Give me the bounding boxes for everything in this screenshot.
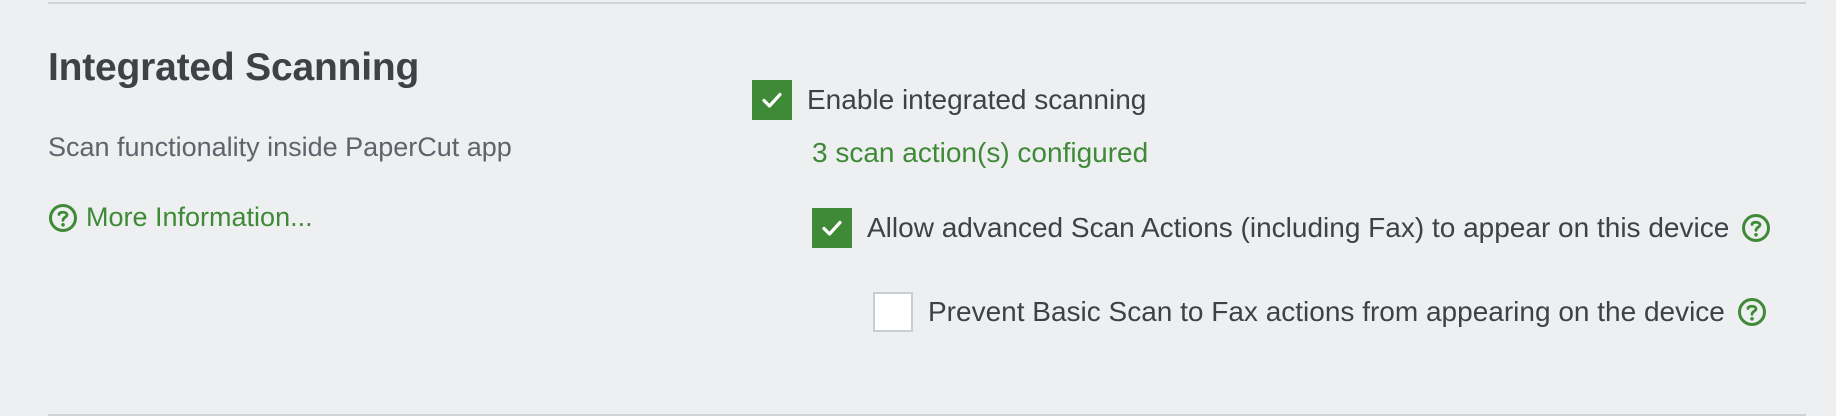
checkmark-icon <box>762 92 782 108</box>
allow-advanced-help-button[interactable] <box>1741 213 1771 243</box>
section-top-divider <box>48 2 1806 4</box>
checkmark-icon <box>822 220 842 236</box>
question-circle-icon <box>1737 298 1766 326</box>
section-description: Scan functionality inside PaperCut app <box>48 132 512 162</box>
enable-scanning-checkbox[interactable] <box>752 80 792 120</box>
enable-scanning-label[interactable]: Enable integrated scanning <box>807 84 1146 116</box>
allow-advanced-label[interactable]: Allow advanced Scan Actions (including F… <box>867 212 1729 244</box>
more-information-label: More Information... <box>86 202 313 232</box>
prevent-basic-fax-option: Prevent Basic Scan to Fax actions from a… <box>873 292 1767 332</box>
enable-scanning-option: Enable integrated scanning <box>752 80 1146 120</box>
prevent-basic-fax-checkbox[interactable] <box>873 292 913 332</box>
allow-advanced-checkbox[interactable] <box>812 208 852 248</box>
prevent-basic-fax-help-button[interactable] <box>1737 297 1767 327</box>
question-circle-icon <box>1742 214 1771 242</box>
allow-advanced-option: Allow advanced Scan Actions (including F… <box>812 208 1771 248</box>
more-information-link[interactable]: More Information... <box>48 202 313 233</box>
scan-actions-configured-link[interactable]: 3 scan action(s) configured <box>812 137 1148 169</box>
question-circle-icon <box>49 203 77 232</box>
section-title: Integrated Scanning <box>48 46 420 89</box>
prevent-basic-fax-label[interactable]: Prevent Basic Scan to Fax actions from a… <box>928 296 1725 328</box>
